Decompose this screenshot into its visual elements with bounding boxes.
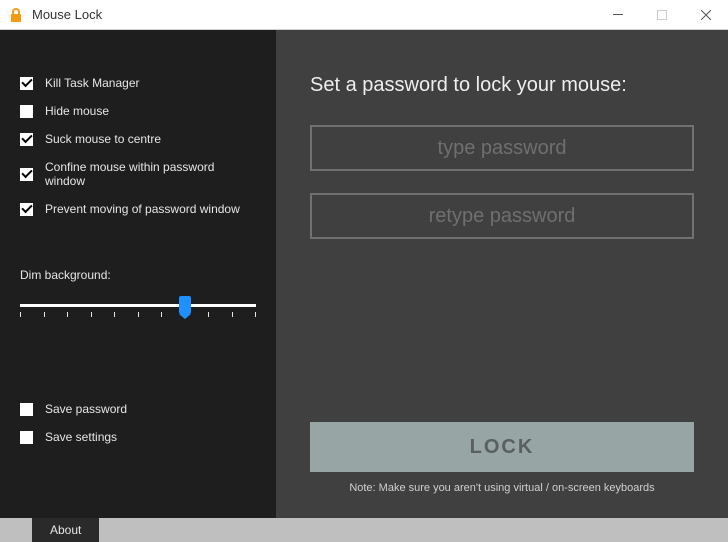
option-checkbox[interactable] xyxy=(20,133,33,146)
window-title: Mouse Lock xyxy=(32,7,102,22)
option-checkbox[interactable] xyxy=(20,168,33,181)
password-input[interactable] xyxy=(310,125,694,171)
option-label: Suck mouse to centre xyxy=(45,132,161,146)
save-option-checkbox[interactable] xyxy=(20,431,33,444)
option-label: Confine mouse within password window xyxy=(45,160,256,188)
close-button[interactable] xyxy=(684,0,728,30)
option-label: Kill Task Manager xyxy=(45,76,140,90)
slider-ticks xyxy=(20,312,256,317)
option-row: Confine mouse within password window xyxy=(20,160,256,188)
main-heading: Set a password to lock your mouse: xyxy=(310,74,694,97)
save-option-label: Save settings xyxy=(45,430,117,444)
slider-thumb[interactable] xyxy=(179,296,191,314)
keyboard-note: Note: Make sure you aren't using virtual… xyxy=(310,482,694,494)
sidebar: Kill Task Manager Hide mouse Suck mouse to… xyxy=(0,30,276,518)
lock-icon xyxy=(8,7,24,23)
window-controls xyxy=(596,0,728,30)
password-confirm-input[interactable] xyxy=(310,193,694,239)
option-checkbox[interactable] xyxy=(20,203,33,216)
dim-background-label: Dim background: xyxy=(20,268,256,282)
statusbar: About xyxy=(0,518,728,542)
titlebar: Mouse Lock xyxy=(0,0,728,30)
option-checkbox[interactable] xyxy=(20,77,33,90)
save-option-row: Save settings xyxy=(20,430,256,444)
save-option-row: Save password xyxy=(20,402,256,416)
option-checkbox[interactable] xyxy=(20,105,33,118)
client-area: Kill Task Manager Hide mouse Suck mouse to… xyxy=(0,30,728,518)
option-row: Kill Task Manager xyxy=(20,76,256,90)
main-panel: Set a password to lock your mouse: LOCK … xyxy=(276,30,728,518)
option-label: Hide mouse xyxy=(45,104,109,118)
lock-button[interactable]: LOCK xyxy=(310,422,694,472)
minimize-button[interactable] xyxy=(596,0,640,30)
about-button[interactable]: About xyxy=(32,518,99,542)
slider-track xyxy=(20,304,256,307)
option-label: Prevent moving of password window xyxy=(45,202,240,216)
dim-background-slider[interactable] xyxy=(20,298,256,328)
save-option-checkbox[interactable] xyxy=(20,403,33,416)
save-option-label: Save password xyxy=(45,402,127,416)
option-row: Prevent moving of password window xyxy=(20,202,256,216)
option-row: Hide mouse xyxy=(20,104,256,118)
option-row: Suck mouse to centre xyxy=(20,132,256,146)
maximize-button xyxy=(640,0,684,30)
